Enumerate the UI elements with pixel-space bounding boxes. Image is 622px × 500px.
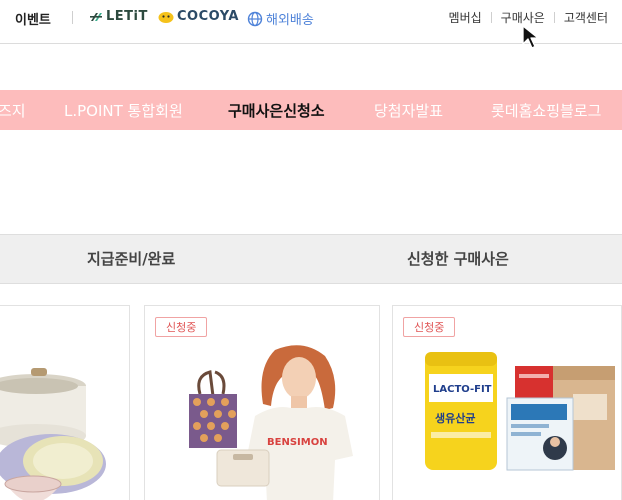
probiotics-icon: LACTO-FIT 생유산균 [425,352,615,471]
membership-link[interactable]: 멤버십 [449,9,482,26]
category-nav: 즈지 L.POINT 통합회원 구매사은신청소 당첨자발표 롯데홈쇼핑블로그 [0,90,622,130]
letit-logo-icon [90,12,102,21]
fashion-model-icon: BENSIMON [189,345,353,500]
globe-icon [247,11,263,26]
letit-label: LETiT [106,9,148,24]
tab-ready-complete[interactable]: 지급준비/완료 [87,248,175,269]
status-badge: 신청중 [403,317,456,337]
customer-center-link[interactable]: 고객센터 [564,9,608,26]
nav-item-partial[interactable]: 즈지 [0,100,26,121]
tab-applied-gifts[interactable]: 신청한 구매사은 [407,248,509,269]
cocoya-logo-icon [158,12,174,23]
divider [490,12,492,23]
product-card[interactable] [0,305,130,500]
product-card[interactable]: 신청중 LACTO-FIT 생유산균 [392,305,622,500]
nav-item-blog[interactable]: 롯데홈쇼핑블로그 [491,100,601,121]
product-sub-label: 생유산균 [435,411,475,425]
nav-item-lpoint[interactable]: L.POINT 통합회원 [64,100,183,121]
mouse-cursor-icon [522,25,539,49]
event-link[interactable]: 이벤트 [15,9,51,28]
nav-item-purchase-gift-center[interactable]: 구매사은신청소 [228,100,325,121]
letit-brand-link[interactable]: LETiT [89,9,148,24]
overseas-label: 해외배송 [266,13,314,28]
cocoya-brand-link[interactable]: COCOYA [158,9,239,24]
status-badge: 신청중 [155,317,208,337]
gift-tabs: 지급준비/완료 신청한 구매사은 [0,234,622,284]
cocoya-label: COCOYA [177,9,239,24]
shirt-print-text: BENSIMON [267,437,328,448]
overseas-shipping-link[interactable]: 해외배송 [247,9,314,28]
product-label: LACTO-FIT [433,384,492,395]
product-card[interactable]: 신청중 BENSIMON [144,305,380,500]
divider [553,12,555,23]
cookware-icon [0,368,106,500]
nav-item-winners[interactable]: 당첨자발표 [374,100,443,121]
divider [72,11,73,24]
